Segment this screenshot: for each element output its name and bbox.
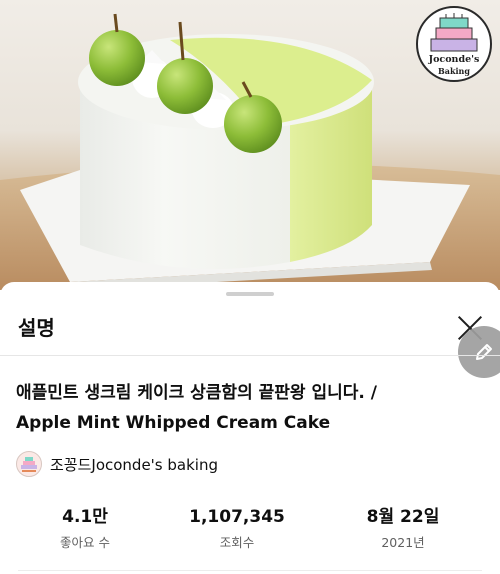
logo-name: Joconde's [428, 54, 480, 65]
logo-sub: Baking [438, 66, 470, 76]
description-sheet: 설명 애플민트 생크림 케이크 상큼함의 끝판왕 입니다. / Apple Mi… [0, 282, 500, 574]
date-stat: 8월 22일 2021년 [338, 506, 468, 551]
channel-link[interactable]: 조꽁드Joconde's baking [16, 450, 218, 478]
stats-row: 4.1만 좋아요 수 1,107,345 조회수 8월 22일 2021년 [0, 506, 500, 556]
divider [18, 570, 482, 571]
likes-label: 좋아요 수 [60, 535, 110, 550]
video-title-line-1: 애플민트 생크림 케이크 상큼함의 끝판왕 입니다. / [16, 383, 377, 403]
edit-button[interactable] [458, 326, 500, 378]
video-title: 애플민트 생크림 케이크 상큼함의 끝판왕 입니다. / Apple Mint … [16, 378, 476, 438]
likes-count: 4.1만 [62, 507, 108, 527]
cake-avatar-icon [21, 457, 37, 472]
upload-year: 2021년 [381, 535, 425, 550]
likes-stat: 4.1만 좋아요 수 [20, 506, 150, 551]
upload-date: 8월 22일 [366, 507, 440, 527]
channel-name: 조꽁드Joconde's baking [50, 455, 218, 474]
avatar [16, 451, 42, 477]
views-label: 조회수 [219, 535, 255, 550]
views-stat: 1,107,345 조회수 [172, 506, 302, 551]
pencil-icon [476, 344, 492, 360]
sheet-title: 설명 [18, 316, 55, 340]
cake-logo-icon [430, 13, 478, 52]
drag-handle[interactable] [226, 292, 274, 296]
divider [0, 355, 500, 356]
views-count: 1,107,345 [189, 507, 285, 527]
channel-logo: Joconde's Baking [416, 6, 492, 82]
video-title-line-2: Apple Mint Whipped Cream Cake [16, 413, 331, 433]
video-player[interactable]: Joconde's Baking [0, 0, 500, 290]
